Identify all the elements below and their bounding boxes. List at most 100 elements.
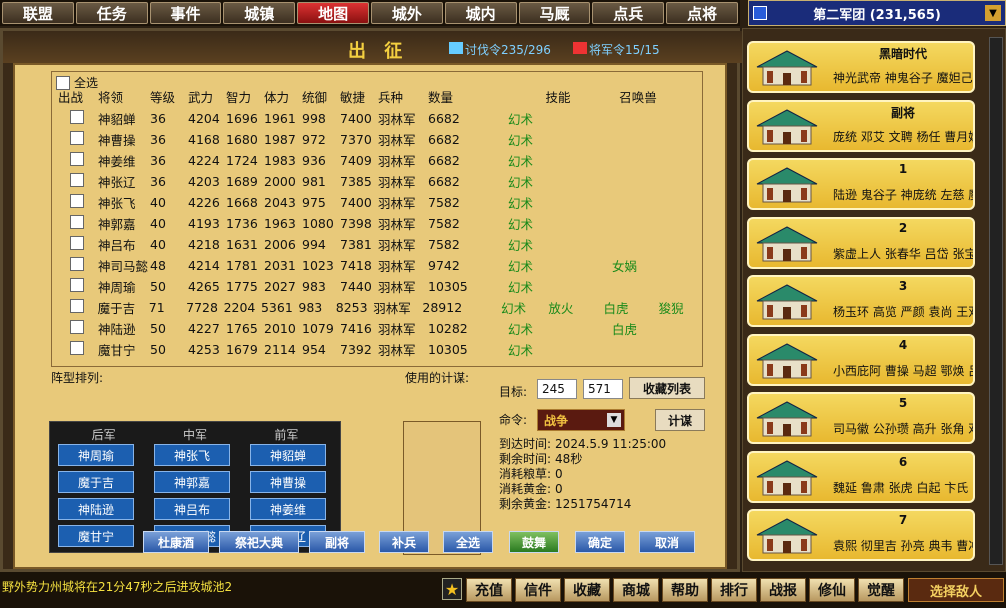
target-x-input[interactable]: 245 (537, 379, 577, 399)
table-cell: 7582 (428, 237, 460, 252)
table-cell: 幻术 (508, 217, 534, 232)
formation-slot-front[interactable]: 神姜维 (250, 498, 326, 520)
command-select[interactable]: 战争 ▼ (537, 409, 625, 431)
formation-slot-mid[interactable]: 神吕布 (154, 498, 230, 520)
row-checkbox-cell[interactable] (58, 110, 98, 127)
row-checkbox-cell[interactable] (58, 173, 98, 190)
table-cell: 7582 (428, 216, 460, 231)
chevron-down-icon[interactable]: ▼ (607, 413, 621, 427)
formation-slot-mid[interactable]: 神张飞 (154, 444, 230, 466)
action-button[interactable]: 副将 (309, 531, 365, 553)
action-button[interactable]: 补兵 (379, 531, 429, 553)
row-checkbox[interactable] (70, 152, 84, 166)
row-checkbox[interactable] (70, 194, 84, 208)
bottom-button[interactable]: 收藏 (564, 578, 610, 602)
table-cell: 1736 (226, 216, 258, 231)
formation-slot-rear[interactable]: 魔于吉 (58, 471, 134, 493)
tab-9[interactable]: 点将 (666, 2, 738, 24)
table-cell: 魔甘宁 (98, 343, 136, 358)
row-checkbox-cell[interactable] (58, 194, 98, 211)
team-members: 司马徽 公孙瓒 高升 张角 邓 (833, 422, 973, 436)
row-checkbox[interactable] (70, 320, 84, 334)
tab-4[interactable]: 地图 (297, 2, 369, 24)
action-button[interactable]: 鼓舞 (509, 531, 559, 553)
table-cell: 狻猊 (658, 301, 684, 316)
target-y-input[interactable]: 571 (583, 379, 623, 399)
row-checkbox[interactable] (70, 299, 84, 313)
table-cell: 神貂蝉 (98, 112, 136, 127)
formation-slot-front[interactable]: 神貂蝉 (250, 444, 326, 466)
tab-1[interactable]: 任务 (75, 2, 148, 24)
tab-8[interactable]: 点兵 (592, 2, 665, 24)
row-checkbox[interactable] (70, 341, 84, 355)
star-icon[interactable]: ★ (442, 578, 462, 600)
bottom-button[interactable]: 帮助 (662, 578, 708, 602)
formation-slot-rear[interactable]: 神陆逊 (58, 498, 134, 520)
stratagem-button[interactable]: 计谋 (655, 409, 705, 431)
table-cell: 975 (302, 195, 326, 210)
row-checkbox-cell[interactable] (58, 341, 98, 358)
team-card[interactable]: 6 魏延 鲁肃 张虎 白起 卞氏 (747, 450, 975, 503)
row-checkbox-cell[interactable] (58, 131, 98, 148)
row-checkbox[interactable] (70, 236, 84, 250)
row-checkbox-cell[interactable] (58, 236, 98, 253)
row-checkbox[interactable] (70, 131, 84, 145)
table-cell: 7418 (340, 258, 372, 273)
row-checkbox-cell[interactable] (58, 257, 98, 274)
tab-7[interactable]: 马厩 (518, 2, 591, 24)
info-value: 1251754714 (555, 497, 632, 511)
formation-slot-front[interactable]: 神曹操 (250, 471, 326, 493)
action-button[interactable]: 祭祀大典 (219, 531, 299, 553)
team-card[interactable]: 5 司马徽 公孙瓒 高升 张角 邓 (747, 392, 975, 444)
team-card[interactable]: 1 陆逊 鬼谷子 神庞统 左慈 魔 (747, 158, 975, 210)
team-card[interactable]: 2 紫虚上人 张春华 吕岱 张宝 (747, 216, 975, 269)
formation-slot-mid[interactable]: 神郭嘉 (154, 471, 230, 493)
favorites-button[interactable]: 收藏列表 (629, 377, 705, 399)
bottom-button[interactable]: 觉醒 (858, 578, 904, 602)
team-card[interactable]: 3 杨玉环 高览 严颜 袁尚 王双 (747, 275, 975, 327)
bottom-button[interactable]: 商城 (613, 578, 659, 602)
table-cell: 女娲 (612, 259, 638, 274)
action-button[interactable]: 杜康酒 (143, 531, 209, 553)
table-cell: 4265 (188, 279, 220, 294)
bottom-button[interactable]: 充值 (466, 578, 512, 602)
row-checkbox-cell[interactable] (58, 152, 98, 169)
bottom-button[interactable]: 信件 (515, 578, 561, 602)
expedition-dialog: 出 征 讨伐令235/296 将军令15/15 全选 出战 将领 等级 武力 智力 体力统… (0, 28, 743, 572)
action-button[interactable]: 取消 (639, 531, 695, 553)
row-checkbox[interactable] (70, 257, 84, 271)
info-value: 0 (555, 482, 563, 496)
tab-6[interactable]: 城内 (444, 2, 517, 24)
scrollbar[interactable] (989, 37, 1003, 565)
table-cell: 4203 (188, 174, 220, 189)
row-checkbox[interactable] (70, 110, 84, 124)
table-cell: 50 (150, 342, 166, 357)
team-card[interactable]: 副将 庞统 邓艾 文聘 杨任 曹月娥 (747, 99, 975, 152)
team-card[interactable]: 黑暗时代 神光武帝 神鬼谷子 魔妲己 (747, 41, 975, 93)
bottom-button[interactable]: 战报 (760, 578, 806, 602)
info-value: 48秒 (555, 452, 583, 466)
formation-slot-rear[interactable]: 魔甘宁 (58, 525, 134, 547)
formation-slot-rear[interactable]: 神周瑜 (58, 444, 134, 466)
army-selector[interactable]: 第二军团 (231,565) ▼ (748, 0, 1006, 26)
row-checkbox-cell[interactable] (58, 278, 98, 295)
choose-enemy-button[interactable]: 选择敌人 (908, 578, 1004, 602)
token1-text: 讨伐令235/296 (465, 43, 551, 57)
bottom-button[interactable]: 排行 (711, 578, 757, 602)
chevron-down-icon[interactable]: ▼ (985, 5, 1001, 21)
team-card[interactable]: 7 袁熙 彻里吉 孙亮 典韦 曹冲 (747, 509, 975, 561)
bottom-button[interactable]: 修仙 (809, 578, 855, 602)
row-checkbox[interactable] (70, 215, 84, 229)
row-checkbox-cell[interactable] (58, 320, 98, 337)
row-checkbox-cell[interactable] (58, 215, 98, 232)
tab-5[interactable]: 城外 (370, 2, 443, 24)
action-button[interactable]: 确定 (575, 531, 625, 553)
action-button[interactable]: 全选 (443, 531, 493, 553)
tab-2[interactable]: 事件 (149, 2, 222, 24)
row-checkbox[interactable] (70, 173, 84, 187)
row-checkbox[interactable] (70, 278, 84, 292)
team-card[interactable]: 4 小西庇阿 曹操 马超 鄂焕 吕 (747, 333, 975, 386)
row-checkbox-cell[interactable] (58, 299, 98, 316)
tab-3[interactable]: 城镇 (223, 2, 296, 24)
tab-0[interactable]: 联盟 (2, 2, 74, 24)
